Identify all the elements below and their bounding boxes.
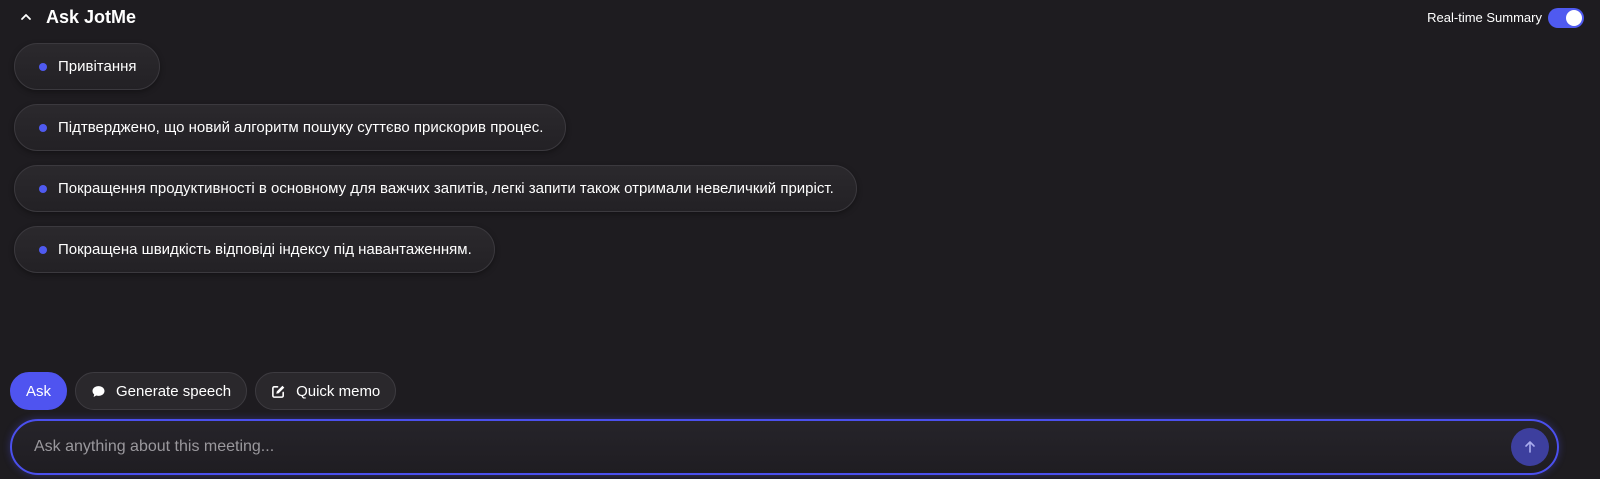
bullet-icon [39,62,47,71]
summary-item[interactable]: Підтверджено, що новий алгоритм пошуку с… [14,104,567,151]
ask-jotme-panel: Ask JotMe Real-time Summary Привітання П… [0,0,1600,479]
summary-item[interactable]: Покращена швидкість відповіді індексу пі… [14,226,495,273]
summary-item-text: Підтверджено, що новий алгоритм пошуку с… [58,119,544,136]
realtime-summary-label: Real-time Summary [1427,10,1542,25]
send-button[interactable] [1511,428,1549,466]
summary-list: Привітання Підтверджено, що новий алгори… [14,43,857,273]
generate-speech-label: Generate speech [116,382,232,400]
ask-button[interactable]: Ask [10,372,68,410]
summary-item[interactable]: Покращення продуктивності в основному дл… [14,165,857,212]
summary-item-text: Покращена швидкість відповіді індексу пі… [58,241,472,258]
bullet-icon [39,245,47,254]
ask-input[interactable] [34,429,1484,465]
arrow-up-icon [1525,441,1535,453]
ask-button-label: Ask [26,382,52,400]
chevron-up-icon [21,14,31,20]
panel-title: Ask JotMe [46,7,137,27]
collapse-button[interactable] [18,9,34,25]
summary-item-text: Привітання [58,58,137,75]
ask-input-container [10,419,1559,475]
toggle-knob [1566,10,1582,26]
edit-icon [271,384,286,399]
bullet-icon [39,184,47,193]
realtime-summary-toggle[interactable] [1548,8,1584,28]
summary-item[interactable]: Привітання [14,43,160,90]
action-bar: Ask Generate speech Quick memo [10,372,397,410]
generate-speech-button[interactable]: Generate speech [75,372,248,410]
bullet-icon [39,123,47,132]
quick-memo-label: Quick memo [296,382,381,400]
quick-memo-button[interactable]: Quick memo [255,372,397,410]
speech-bubble-icon [91,384,106,399]
panel-header: Ask JotMe Real-time Summary [0,0,1600,36]
summary-item-text: Покращення продуктивності в основному дл… [58,180,834,197]
